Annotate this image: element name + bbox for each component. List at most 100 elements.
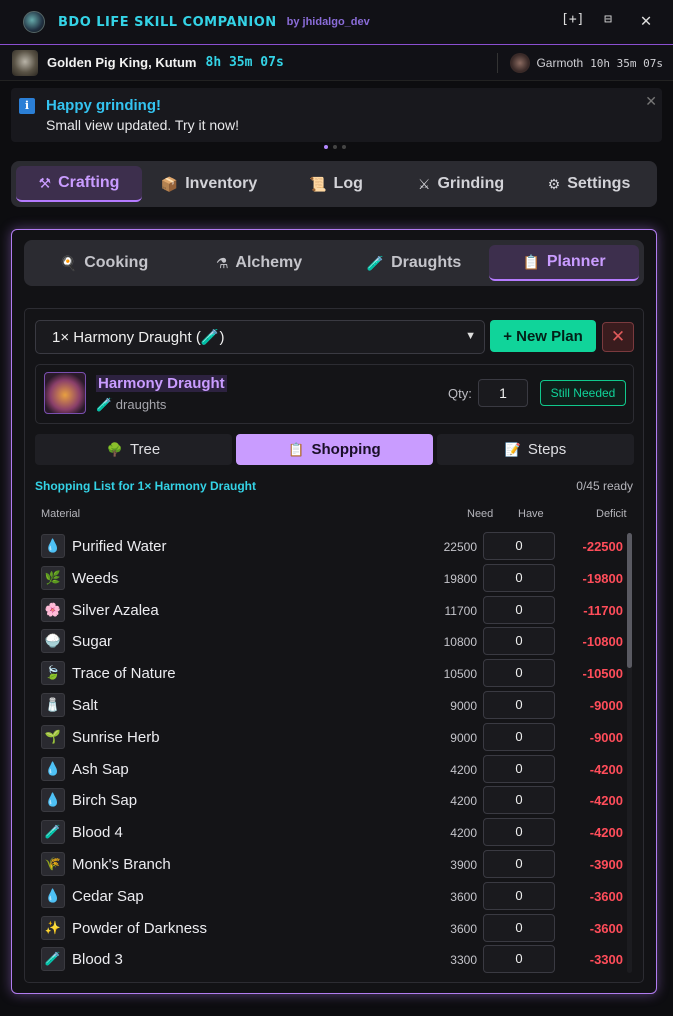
- deficit-value: -4200: [589, 825, 623, 841]
- window-controls: [+] ⊟ ✕: [561, 12, 655, 30]
- tab-tree[interactable]: 🌳 Tree: [35, 434, 232, 465]
- material-icon: 🌾: [41, 852, 65, 876]
- tab-crafting[interactable]: ⚒ Crafting: [16, 166, 142, 202]
- have-input[interactable]: 0: [483, 532, 555, 560]
- need-value: 19800: [443, 571, 477, 586]
- tab-grinding[interactable]: ⚔ Grinding: [401, 166, 521, 202]
- carousel-dot[interactable]: [333, 145, 337, 149]
- carousel-dot[interactable]: [342, 145, 346, 149]
- material-icon: 🧪: [41, 947, 65, 972]
- deficit-value: -4200: [589, 761, 623, 777]
- tab-log[interactable]: 📜 Log: [276, 166, 396, 202]
- close-button[interactable]: ✕: [637, 12, 655, 30]
- gear-icon: ⚙: [547, 175, 561, 192]
- need-value: 4200: [450, 794, 477, 809]
- have-input[interactable]: 0: [483, 563, 555, 592]
- need-value: 4200: [450, 826, 477, 841]
- material-name: Blood 4: [72, 824, 123, 842]
- need-value: 22500: [443, 540, 477, 554]
- material-icon: 💧: [41, 883, 65, 908]
- have-input[interactable]: 0: [483, 818, 555, 847]
- table-row: ✨ Powder of Darkness 3600 0 -3600: [35, 913, 623, 945]
- plan-select[interactable]: 1× Harmony Draught (🧪) ▼: [35, 320, 485, 354]
- material-name: Cedar Sap: [72, 887, 144, 905]
- have-input[interactable]: 0: [483, 754, 555, 783]
- alembic-icon: ⚗: [215, 254, 229, 271]
- need-value: 10800: [443, 635, 477, 650]
- tab-label: Shopping: [311, 441, 381, 458]
- have-input[interactable]: 0: [483, 945, 555, 974]
- tab-label: Inventory: [185, 175, 258, 192]
- carousel-dot[interactable]: [324, 145, 328, 149]
- ready-count: 0/45 ready: [576, 479, 633, 493]
- have-input[interactable]: 0: [483, 850, 555, 878]
- notice-close-button[interactable]: ✕: [645, 93, 657, 110]
- material-icon: ✨: [41, 915, 65, 940]
- col-material: Material: [41, 508, 81, 520]
- new-plan-button[interactable]: + New Plan: [490, 320, 596, 352]
- tab-label: Settings: [567, 175, 631, 192]
- minimize-button[interactable]: ⊟: [599, 12, 617, 30]
- material-icon: 💧: [41, 788, 65, 813]
- qty-label: Qty:: [448, 386, 472, 401]
- scrollbar-thumb[interactable]: [627, 533, 632, 668]
- deficit-value: -10500: [582, 666, 623, 682]
- material-icon: 🌸: [41, 597, 65, 622]
- need-value: 11700: [444, 603, 477, 618]
- main-tabs: ⚒ Crafting 📦 Inventory 📜 Log ⚔ Grinding …: [11, 161, 657, 207]
- chevron-down-icon: ▼: [465, 330, 476, 342]
- delete-plan-button[interactable]: ✕: [602, 322, 634, 352]
- pin-button[interactable]: [+]: [561, 12, 584, 30]
- have-input[interactable]: 0: [483, 881, 555, 910]
- have-input[interactable]: 0: [483, 627, 555, 656]
- table-row: 🌿 Weeds 19800 0 -19800: [35, 563, 623, 595]
- material-name: Silver Azalea: [72, 601, 159, 619]
- pan-icon: 🍳: [59, 254, 78, 271]
- memo-icon: 📝: [504, 441, 521, 457]
- material-name: Salt: [72, 697, 98, 714]
- title-bar: BDO LIFE SKILL COMPANION by jhidalgo_dev…: [0, 0, 673, 45]
- scroll-icon: 📜: [309, 175, 327, 192]
- tree-icon: 🌳: [106, 441, 123, 457]
- tab-shopping[interactable]: 📋 Shopping: [236, 434, 433, 465]
- material-icon: 🌱: [41, 724, 65, 749]
- boss-timer: 8h 35m 07s: [205, 55, 284, 70]
- material-icon: 💧: [41, 756, 65, 781]
- scrollbar[interactable]: [627, 533, 632, 973]
- col-have: Have: [518, 508, 544, 520]
- material-name: Monk's Branch: [72, 856, 171, 873]
- table-row: 🧂 Salt 9000 0 -9000: [35, 690, 623, 722]
- tab-draughts[interactable]: 🧪 Draughts: [339, 245, 489, 281]
- tab-label: Alchemy: [235, 254, 303, 271]
- shopping-list: 💧 Purified Water 22500 0 -22500 🌿 Weeds 19800 0 -…: [35, 531, 631, 976]
- table-row: 🍚 Sugar 10800 0 -10800: [35, 626, 623, 658]
- have-input[interactable]: 0: [483, 595, 555, 624]
- notice-body: Small view updated. Try it now!: [46, 117, 239, 133]
- tab-cooking[interactable]: 🍳 Cooking: [29, 245, 179, 281]
- notice-title: Happy grinding!: [46, 97, 161, 114]
- tab-steps[interactable]: 📝 Steps: [437, 434, 634, 465]
- table-row: 💧 Birch Sap 4200 0 -4200: [35, 785, 623, 817]
- material-icon: 🧂: [41, 693, 65, 717]
- qty-input[interactable]: 1: [478, 379, 528, 407]
- deficit-value: -9000: [589, 698, 623, 713]
- have-input[interactable]: 0: [483, 659, 555, 688]
- col-need: Need: [467, 508, 494, 520]
- tab-inventory[interactable]: 📦 Inventory: [146, 166, 272, 202]
- need-value: 10500: [443, 667, 477, 682]
- have-input[interactable]: 0: [483, 913, 555, 942]
- material-name: Powder of Darkness: [72, 919, 208, 937]
- tab-planner[interactable]: 📋 Planner: [489, 245, 639, 281]
- tab-alchemy[interactable]: ⚗ Alchemy: [184, 245, 334, 281]
- deficit-value: -3900: [589, 857, 623, 872]
- planner-panel: 1× Harmony Draught (🧪) ▼ + New Plan ✕ Ha…: [24, 308, 644, 983]
- have-input[interactable]: 0: [483, 691, 555, 719]
- have-input[interactable]: 0: [483, 786, 555, 815]
- need-value: 3300: [450, 953, 477, 968]
- tab-settings[interactable]: ⚙ Settings: [526, 166, 652, 202]
- deficit-value: -19800: [582, 570, 623, 586]
- next-boss: Garmoth 10h 35m 07s: [497, 53, 663, 73]
- need-value: 9000: [450, 699, 477, 713]
- material-name: Sunrise Herb: [72, 728, 160, 746]
- have-input[interactable]: 0: [483, 722, 555, 751]
